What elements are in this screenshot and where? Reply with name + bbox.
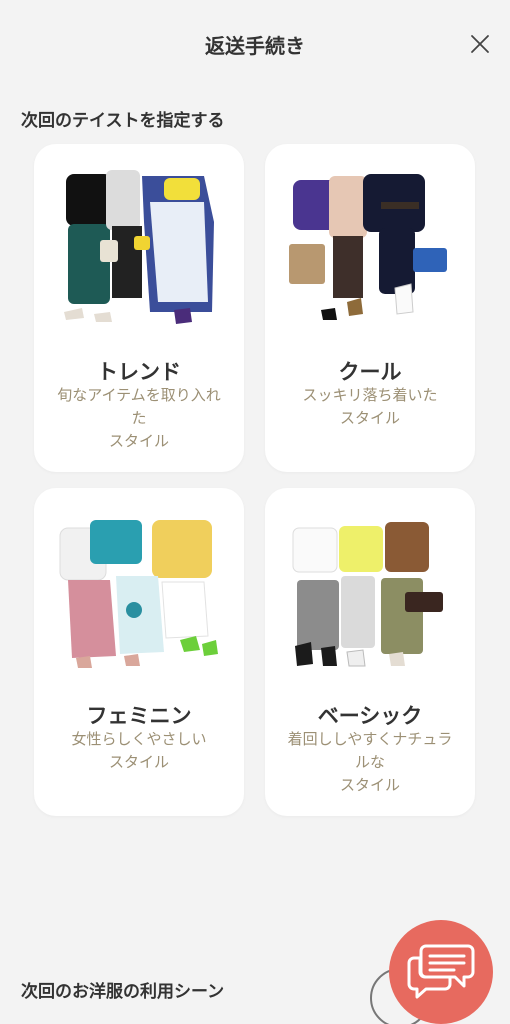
- card-description: 旬なアイテムを取り入れ た スタイル: [57, 386, 221, 450]
- chat-button[interactable]: [389, 920, 493, 1024]
- outfit-image: [289, 174, 447, 320]
- card-description: 着回ししやすくナチュラ ルな スタイル: [287, 730, 453, 794]
- taste-card-basic[interactable]: ベーシック 着回ししやすくナチュラ ルな スタイル: [265, 488, 475, 816]
- card-name: フェミニン: [86, 704, 192, 728]
- scene-section-title: 次回のお洋服の利用シーン: [21, 982, 225, 1002]
- outfit-image: [64, 170, 214, 324]
- card-description: スッキリ落ち着いた スタイル: [302, 386, 438, 427]
- taste-card-trend[interactable]: トレンド 旬なアイテムを取り入れ た スタイル: [34, 144, 244, 472]
- close-button[interactable]: [462, 26, 498, 62]
- taste-card-feminine[interactable]: フェミニン 女性らしくやさしい スタイル: [34, 488, 244, 816]
- card-name: トレンド: [97, 360, 181, 384]
- header: 返送手続き: [0, 0, 510, 88]
- outfit-image: [59, 520, 218, 668]
- taste-section-title: 次回のテイストを指定する: [21, 111, 225, 131]
- page-title: 返送手続き: [205, 34, 305, 58]
- card-description: 女性らしくやさしい スタイル: [71, 730, 207, 771]
- card-name: ベーシック: [317, 704, 423, 728]
- taste-card-cool[interactable]: クール スッキリ落ち着いた スタイル: [265, 144, 475, 472]
- chat-bubbles-icon: [407, 944, 475, 999]
- card-name: クール: [338, 360, 402, 384]
- outfit-image: [292, 522, 443, 667]
- close-icon: [471, 35, 489, 53]
